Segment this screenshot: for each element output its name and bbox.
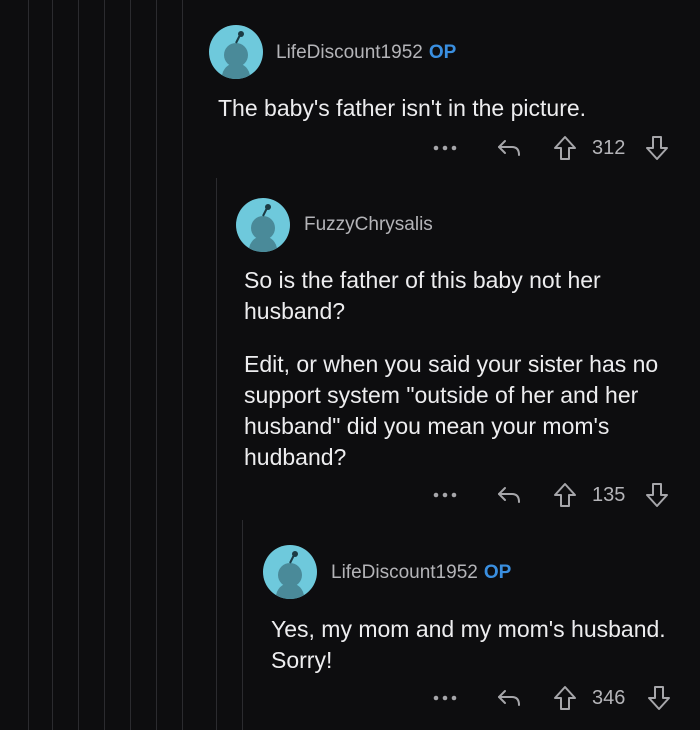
comment: LifeDiscount1952 OP Yes, my mom and my mo…	[0, 0, 700, 730]
comment-body: Yes, my mom and my mom's husband. Sorry!	[271, 614, 671, 676]
comment-actions: 346	[430, 683, 690, 713]
upvote-icon[interactable]	[550, 683, 580, 713]
username[interactable]: LifeDiscount1952 OP	[331, 562, 511, 584]
op-badge: OP	[483, 562, 512, 583]
downvote-icon[interactable]	[644, 683, 674, 713]
comment-paragraph: Yes, my mom and my mom's husband. Sorry!	[271, 616, 666, 673]
snoo-avatar-icon[interactable]	[263, 545, 317, 599]
more-options-icon[interactable]	[430, 687, 460, 709]
vote-score: 346	[592, 687, 626, 709]
reply-icon[interactable]	[494, 683, 524, 713]
username-text[interactable]: LifeDiscount1952	[331, 562, 478, 583]
